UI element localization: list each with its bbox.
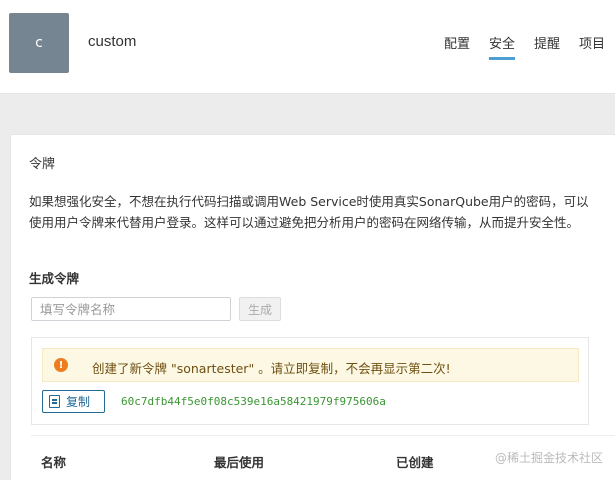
section-title: 令牌 [29,157,56,172]
avatar: c [9,13,69,73]
generate-title: 生成令牌 [29,271,80,286]
generate-button[interactable]: 生成 [239,297,281,321]
tokens-description: 如果想强化安全，不想在执行代码扫描或调用Web Service时使用真实Sona… [29,194,589,230]
tokens-panel: 令牌 如果想强化安全，不想在执行代码扫描或调用Web Service时使用真实S… [10,134,615,480]
copy-button[interactable]: 复制 [42,390,105,413]
tab-config[interactable]: 配置 [444,33,470,60]
tab-projects[interactable]: 项目 [579,33,605,60]
top-bar: c custom 配置 安全 提醒 项目 [0,0,615,94]
warning-icon: ! [54,358,68,372]
account-nav: 配置 安全 提醒 项目 [444,33,615,60]
copy-label: 复制 [66,395,91,409]
copy-icon [49,395,60,408]
token-name-input[interactable] [31,297,231,321]
column-last-used: 最后使用 [214,455,265,470]
username: custom [88,33,137,50]
new-token-alert: ! 创建了新令牌 "sonartester" 。请立即复制，不会再显示第二次! [42,348,579,382]
avatar-letter: c [35,35,43,51]
column-created: 已创建 [396,455,434,470]
tab-notifications[interactable]: 提醒 [534,33,560,60]
watermark: @稀土掘金技术社区 [494,451,603,465]
tab-security[interactable]: 安全 [489,33,516,60]
new-token-box: ! 创建了新令牌 "sonartester" 。请立即复制，不会再显示第二次! … [31,337,589,425]
alert-text: 创建了新令牌 "sonartester" 。请立即复制，不会再显示第二次! [92,361,451,376]
token-value: 60c7dfb44f5e0f08c539e16a58421979f975606a [121,395,386,408]
column-name: 名称 [41,455,67,470]
